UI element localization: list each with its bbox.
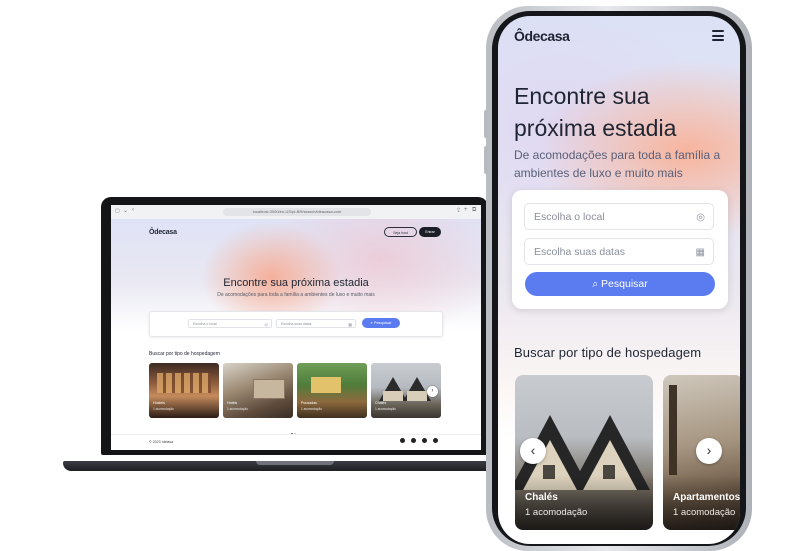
search-icon: ⌕	[592, 278, 599, 290]
card-name: Hotéis	[227, 401, 238, 405]
laptop-notch	[256, 461, 334, 465]
calendar-icon: ▦	[695, 247, 705, 258]
card-count: 1 acomodação	[301, 407, 322, 411]
login-button[interactable]: Entrar	[419, 227, 441, 237]
hero-title: Encontre sua próxima estadia	[223, 277, 369, 289]
card-image	[669, 385, 677, 475]
dates-input[interactable]: Escolha suas datas ▦	[524, 238, 714, 265]
youtube-icon[interactable]	[422, 438, 427, 443]
sidebar-toggle-icon[interactable]: ▢	[115, 208, 120, 214]
chevron-down-icon[interactable]: ⌄	[123, 207, 128, 214]
location-placeholder: Escolha o local	[193, 322, 217, 326]
search-icon: ⌕	[370, 320, 373, 325]
host-button[interactable]: Seja host	[384, 227, 417, 237]
hamburger-menu-icon[interactable]	[712, 30, 724, 44]
chevron-right-icon: ›	[706, 442, 712, 458]
logo[interactable]: Ôdecasa	[514, 28, 570, 44]
card-name: Chalés	[525, 492, 558, 503]
search-button-label: Pesquisar	[373, 320, 392, 325]
search-button[interactable]: ⌕ Pesquisar	[525, 272, 715, 296]
card-name: Apartamentos	[673, 492, 740, 503]
section-title: Buscar por tipo de hospedagem	[149, 351, 220, 357]
twitter-icon[interactable]	[411, 438, 416, 443]
location-pin-icon: ◎	[696, 212, 705, 223]
carousel-next-button[interactable]: ›	[696, 438, 722, 464]
accommodation-card[interactable]: Pousadas 1 acomodação	[297, 363, 367, 418]
location-input[interactable]: Escolha o local ◎	[188, 319, 272, 328]
card-count: 1 acomodação	[525, 507, 588, 518]
carousel-prev-button[interactable]: ‹	[520, 438, 546, 464]
logo[interactable]: Ôdecasa	[149, 229, 177, 236]
dates-placeholder: Escolha suas datas	[281, 322, 312, 326]
footer-divider	[111, 434, 481, 435]
card-name: Pousadas	[301, 401, 317, 405]
location-placeholder: Escolha o local	[534, 211, 605, 223]
share-icon[interactable]: ⇪	[456, 207, 461, 214]
accommodation-card[interactable]: Hotéis 1 acomodação	[223, 363, 293, 418]
card-count: 1 acomodação	[227, 407, 248, 411]
phone-screen: Ôdecasa Encontre sua próxima estadia De …	[498, 16, 740, 544]
card-count: 1 acomodação	[673, 507, 736, 518]
section-title: Buscar por tipo de hospedagem	[514, 345, 702, 360]
location-pin-icon: ◎	[264, 322, 269, 327]
card-image	[157, 373, 211, 393]
carousel-dots	[291, 422, 297, 440]
laptop-screen: ▢ ⌄ ‹ localhost:3000/en-US/pt-BR/search/…	[111, 205, 481, 450]
card-name: Chalés	[375, 401, 387, 405]
dates-input[interactable]: Escolha suas datas ▦	[276, 319, 356, 328]
new-tab-icon[interactable]: +	[464, 207, 468, 213]
hero-subtitle: De acomodações para toda a família a amb…	[217, 292, 375, 298]
address-bar[interactable]: localhost:3000/en-US/pt-BR/search/ideaca…	[223, 208, 371, 216]
search-button[interactable]: ⌕ Pesquisar	[362, 318, 400, 328]
chevron-right-icon: ›	[431, 388, 434, 394]
calendar-icon: ▦	[348, 322, 352, 327]
location-input[interactable]: Escolha o local ◎	[524, 203, 714, 230]
dates-placeholder: Escolha suas datas	[534, 246, 626, 258]
carousel-next-button[interactable]: ›	[427, 386, 438, 397]
card-image	[311, 377, 341, 393]
phone-volume-button	[484, 110, 488, 138]
search-button-label: Pesquisar	[601, 278, 648, 290]
hero-title: Encontre sua próxima estadia	[514, 83, 677, 141]
phone-volume-button	[484, 146, 488, 174]
browser-toolbar: ▢ ⌄ ‹ localhost:3000/en-US/pt-BR/search/…	[111, 205, 481, 220]
card-name: Hostels	[153, 401, 165, 405]
tabs-icon[interactable]: ⧉	[472, 207, 476, 214]
accommodation-card[interactable]: Hostels 1 acomodação	[149, 363, 219, 418]
chevron-left-icon: ‹	[530, 442, 536, 458]
github-icon[interactable]	[433, 438, 438, 443]
search-card: Escolha o local ◎ Escolha suas datas ▦ ⌕…	[512, 190, 728, 309]
card-count: 1 acomodação	[375, 407, 396, 411]
back-icon[interactable]: ‹	[132, 207, 134, 213]
hero-subtitle: De acomodações para toda a família a amb…	[514, 148, 721, 180]
card-image	[253, 379, 285, 399]
footer-copyright: © 2023 Ideiasa	[149, 440, 174, 444]
card-count: 1 acomodação	[153, 407, 174, 411]
instagram-icon[interactable]	[400, 438, 405, 443]
